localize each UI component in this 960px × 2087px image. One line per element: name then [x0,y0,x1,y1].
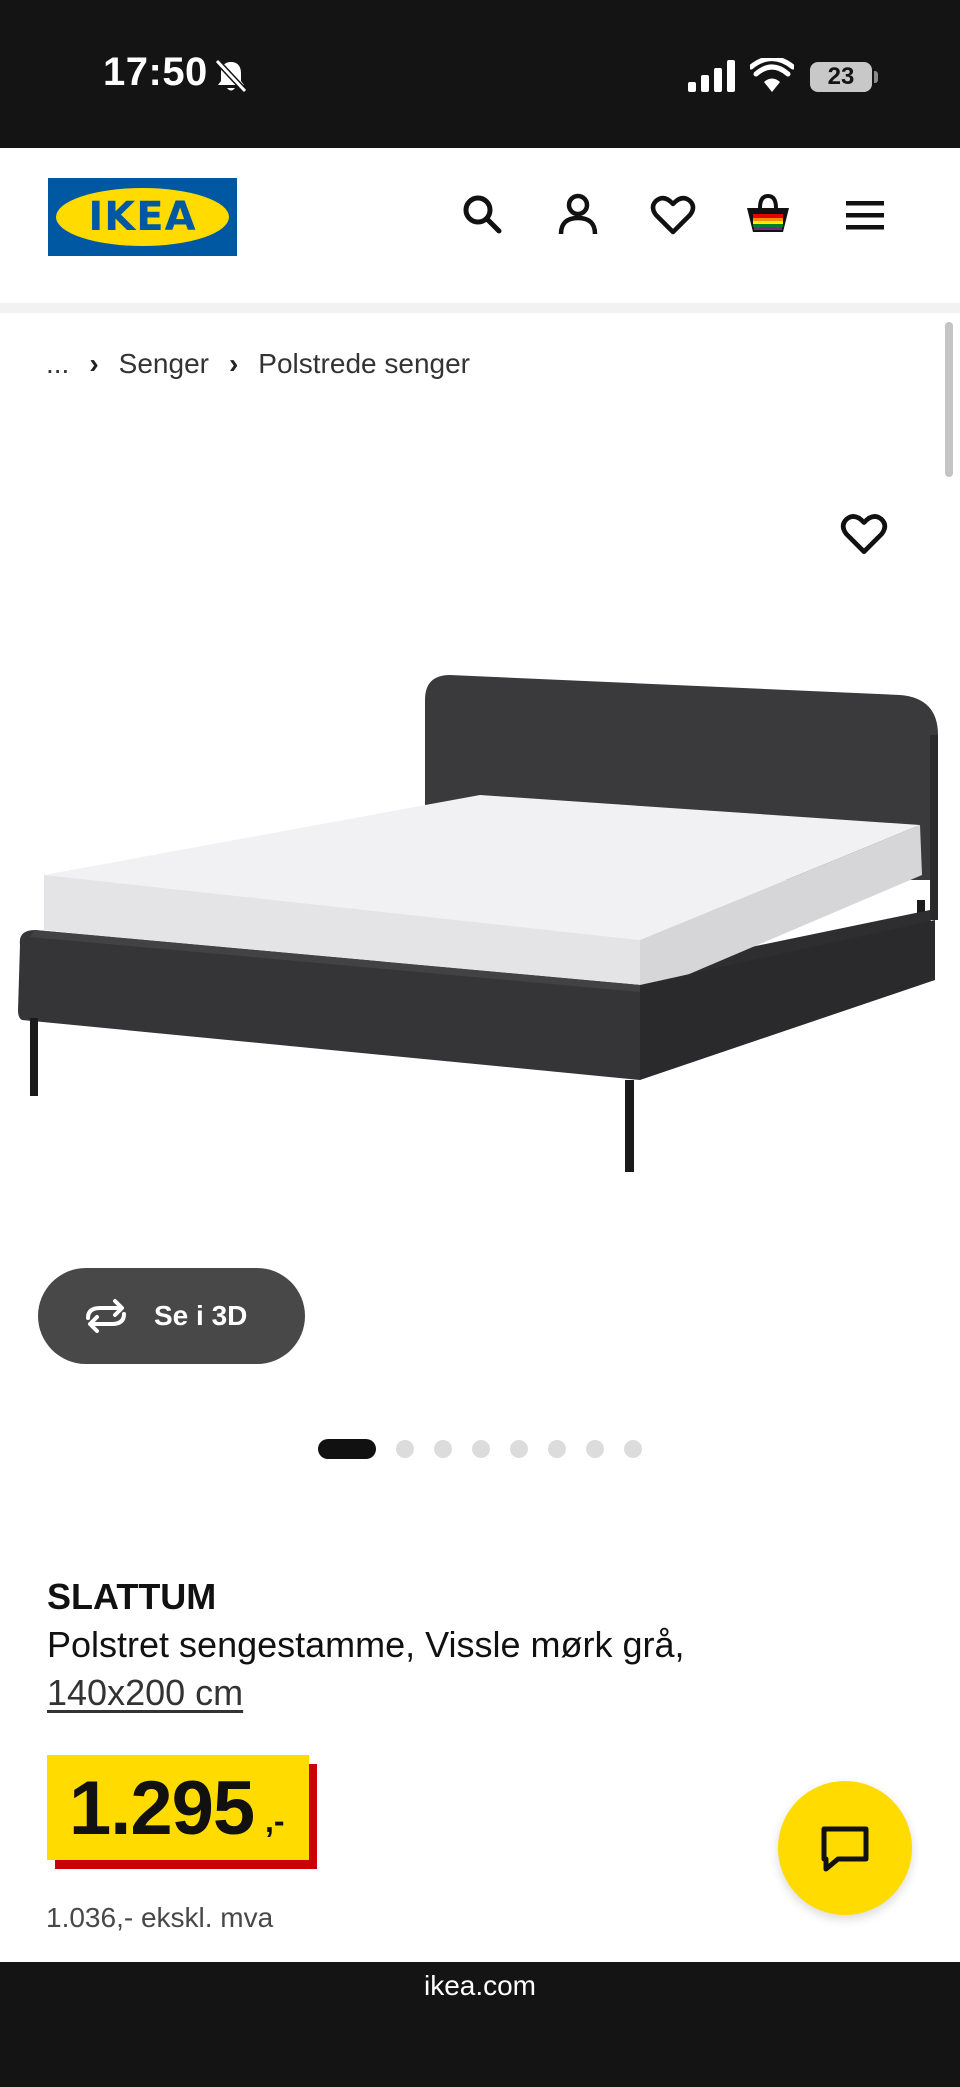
product-size-link[interactable]: 140x200 cm [47,1672,243,1714]
add-to-favorites-heart-icon[interactable] [838,508,890,560]
carousel-dot[interactable] [548,1440,566,1458]
rotate-3d-icon [86,1299,126,1333]
breadcrumb: ... › Senger › Polstrede senger [46,344,470,384]
battery-tip [874,71,878,83]
product-name: SLATTUM [47,1576,217,1617]
battery-indicator: 23 [810,62,872,92]
logo-text: IKEA [88,194,197,240]
carousel-dot[interactable] [472,1440,490,1458]
header-divider [0,303,960,313]
carousel-indicator [318,1438,662,1460]
cellular-signal-icon [688,60,735,92]
chevron-right-icon: › [228,348,239,379]
product-description: Polstret sengestamme, Vissle mørk grå, [47,1624,685,1665]
carousel-dot[interactable] [434,1440,452,1458]
view-in-3d-label: Se i 3D [154,1300,248,1331]
browser-url[interactable]: ikea.com [0,1970,960,2002]
heart-icon[interactable] [648,190,698,240]
price-value: 1.295 [69,1766,255,1851]
chevron-right-icon: › [89,348,99,379]
price-tag: 1.295 ,- [47,1755,309,1860]
carousel-dot[interactable] [586,1440,604,1458]
product-image-bed[interactable] [0,640,960,1280]
breadcrumb-ellipsis[interactable]: ... [46,348,69,380]
profile-icon[interactable] [553,190,603,240]
breadcrumb-item-senger[interactable]: Senger [119,348,209,380]
menu-icon[interactable] [840,190,890,240]
carousel-dot[interactable] [624,1440,642,1458]
status-time: 17:50 [103,50,208,94]
carousel-dot[interactable] [510,1440,528,1458]
scrollbar[interactable] [945,322,953,477]
breadcrumb-item-polstrede-senger[interactable]: Polstrede senger [258,348,470,380]
shopping-bag-icon[interactable] [743,190,793,240]
search-icon[interactable] [457,190,507,240]
view-in-3d-button[interactable]: Se i 3D [38,1268,305,1364]
price-excluding-vat: 1.036,- ekskl. mva [46,1902,274,1933]
status-bar: 17:50 23 [0,0,960,148]
wifi-icon [750,58,794,92]
bell-off-icon [214,58,248,94]
site-header: IKEA [0,148,960,303]
chat-bubble-icon [821,1826,869,1872]
carousel-dot[interactable] [396,1440,414,1458]
browser-bottom-bar: ikea.com [0,1962,960,2087]
price-suffix: ,- [265,1803,285,1839]
chat-button[interactable] [778,1781,912,1915]
ikea-logo[interactable]: IKEA [48,178,237,256]
carousel-dot-active[interactable] [318,1439,376,1459]
